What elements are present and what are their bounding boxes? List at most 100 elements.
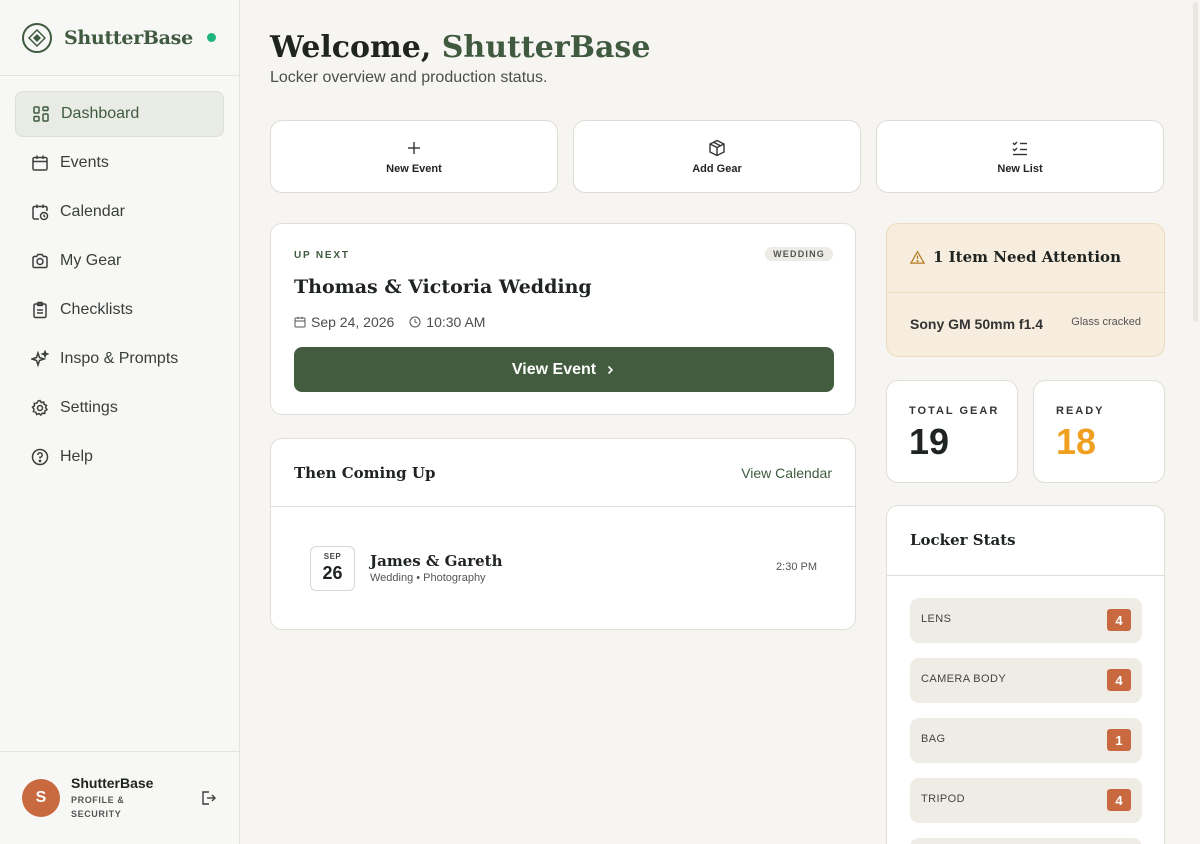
nav-item-events[interactable]: Events <box>15 140 224 186</box>
locker-row[interactable]: BAG 1 <box>910 718 1142 763</box>
nav-item-checklists[interactable]: Checklists <box>15 287 224 333</box>
ready-card: READY 18 <box>1033 380 1165 483</box>
locker-row[interactable]: CAMERA BODY 4 <box>910 658 1142 703</box>
sidebar: ShutterBase Dashboard Events Calendar My… <box>0 0 240 844</box>
view-event-button[interactable]: View Event <box>294 347 834 392</box>
welcome-brand: ShutterBase <box>441 30 651 65</box>
package-icon <box>709 139 725 156</box>
locker-row-name: BAG <box>921 733 946 745</box>
nav-item-my-gear[interactable]: My Gear <box>15 238 224 284</box>
nav-label: Help <box>60 448 93 465</box>
up-next-label: UP NEXT <box>294 250 350 261</box>
new-list-button[interactable]: New List <box>876 120 1164 193</box>
then-coming-header: Then Coming Up View Calendar <box>271 439 855 507</box>
event-meta: Sep 24, 2026 10:30 AM <box>294 314 485 330</box>
event-title[interactable]: James & Gareth <box>370 552 502 570</box>
locker-stats-card: Locker Stats LENS 4 CAMERA BODY 4 BAG 1 … <box>886 505 1165 844</box>
event-time: 2:30 PM <box>776 561 817 573</box>
event-month: SEP <box>323 552 342 561</box>
new-event-button[interactable]: New Event <box>270 120 558 193</box>
view-event-label: View Event <box>511 360 597 378</box>
nav-label: Events <box>60 154 109 171</box>
sparkles-icon <box>31 350 49 368</box>
calendar-clock-icon <box>32 204 49 221</box>
attention-header: 1 Item Need Attention <box>887 224 1164 293</box>
logout-icon[interactable] <box>199 789 217 807</box>
stat-label: TOTAL GEAR <box>909 405 1000 417</box>
attention-item-name[interactable]: Sony GM 50mm f1.4 <box>910 316 1043 332</box>
attention-item-note: Glass cracked <box>1071 316 1141 328</box>
dashboard-icon <box>33 106 49 122</box>
attention-title-text: 1 Item Need Attention <box>933 248 1121 266</box>
page-title: Welcome, ShutterBase <box>270 30 650 65</box>
logo-icon <box>22 22 52 53</box>
attention-card: 1 Item Need Attention Sony GM 50mm f1.4 … <box>886 223 1165 357</box>
up-next-card: UP NEXT WEDDING Thomas & Victoria Weddin… <box>270 223 856 415</box>
view-calendar-link[interactable]: View Calendar <box>741 465 832 481</box>
total-gear-value: 19 <box>909 421 950 462</box>
locker-row-partial[interactable] <box>910 838 1142 844</box>
nav-label: Calendar <box>60 203 125 220</box>
event-day: 26 <box>322 563 343 583</box>
locker-title: Locker Stats <box>910 531 1016 549</box>
welcome-text: Welcome, <box>270 30 432 65</box>
gear-icon <box>31 399 49 417</box>
clipboard-icon <box>33 301 47 319</box>
locker-row-count: 4 <box>1107 609 1131 631</box>
event-date-box: SEP 26 <box>310 546 355 591</box>
clock-icon <box>409 316 421 328</box>
nav-item-calendar[interactable]: Calendar <box>15 189 224 235</box>
calendar-icon <box>32 155 48 171</box>
locker-row-name: CAMERA BODY <box>921 673 1007 685</box>
checklist-icon <box>1012 141 1027 155</box>
event-title: Thomas & Victoria Wedding <box>294 276 592 298</box>
locker-row-count: 4 <box>1107 669 1131 691</box>
brand-name: ShutterBase <box>64 26 193 49</box>
nav-label: Settings <box>60 399 118 416</box>
locker-row[interactable]: TRIPOD 4 <box>910 778 1142 823</box>
stat-label: READY <box>1056 405 1105 417</box>
add-gear-button[interactable]: Add Gear <box>573 120 861 193</box>
locker-row-name: TRIPOD <box>921 793 965 805</box>
attention-title: 1 Item Need Attention <box>910 248 1121 266</box>
nav-item-dashboard[interactable]: Dashboard <box>15 91 224 137</box>
then-coming-card: Then Coming Up View Calendar SEP 26 Jame… <box>270 438 856 630</box>
status-dot <box>207 33 216 42</box>
nav-label: Dashboard <box>61 105 140 122</box>
event-date: Sep 24, 2026 <box>311 314 395 330</box>
section-title: Then Coming Up <box>294 464 436 482</box>
locker-row-count: 4 <box>1107 789 1131 811</box>
quick-action-label: New Event <box>386 162 442 175</box>
main-nav: Dashboard Events Calendar My Gear Checkl… <box>0 76 239 480</box>
plus-icon <box>408 141 420 154</box>
locker-header: Locker Stats <box>887 506 1164 576</box>
avatar: S <box>22 779 60 817</box>
event-type-badge: WEDDING <box>765 247 833 261</box>
nav-label: Inspo & Prompts <box>60 350 179 367</box>
locker-row-count: 1 <box>1107 729 1131 751</box>
nav-label: My Gear <box>60 252 122 269</box>
page-subtitle: Locker overview and production status. <box>270 69 548 86</box>
nav-item-inspo[interactable]: Inspo & Prompts <box>15 336 224 382</box>
profile-name: ShutterBase <box>71 775 154 791</box>
quick-action-label: New List <box>997 162 1043 175</box>
help-icon <box>31 448 49 466</box>
camera-icon <box>32 253 48 269</box>
locker-row-name: LENS <box>921 613 952 625</box>
chevron-right-icon <box>608 365 614 374</box>
ready-value: 18 <box>1056 421 1097 462</box>
profile-text: ShutterBase PROFILE & SECURITY <box>71 775 153 821</box>
total-gear-card: TOTAL GEAR 19 <box>886 380 1018 483</box>
brand-header[interactable]: ShutterBase <box>0 0 239 76</box>
event-time: 10:30 AM <box>426 314 486 330</box>
nav-item-settings[interactable]: Settings <box>15 385 224 431</box>
nav-item-help[interactable]: Help <box>15 434 224 480</box>
profile-subtitle: PROFILE & SECURITY <box>71 795 125 819</box>
page-scrollbar[interactable] <box>1193 2 1198 322</box>
quick-action-label: Add Gear <box>692 162 742 175</box>
calendar-icon <box>294 316 306 328</box>
locker-row[interactable]: LENS 4 <box>910 598 1142 643</box>
warning-icon <box>910 249 925 264</box>
nav-label: Checklists <box>60 301 133 318</box>
profile-section[interactable]: S ShutterBase PROFILE & SECURITY <box>0 751 239 844</box>
